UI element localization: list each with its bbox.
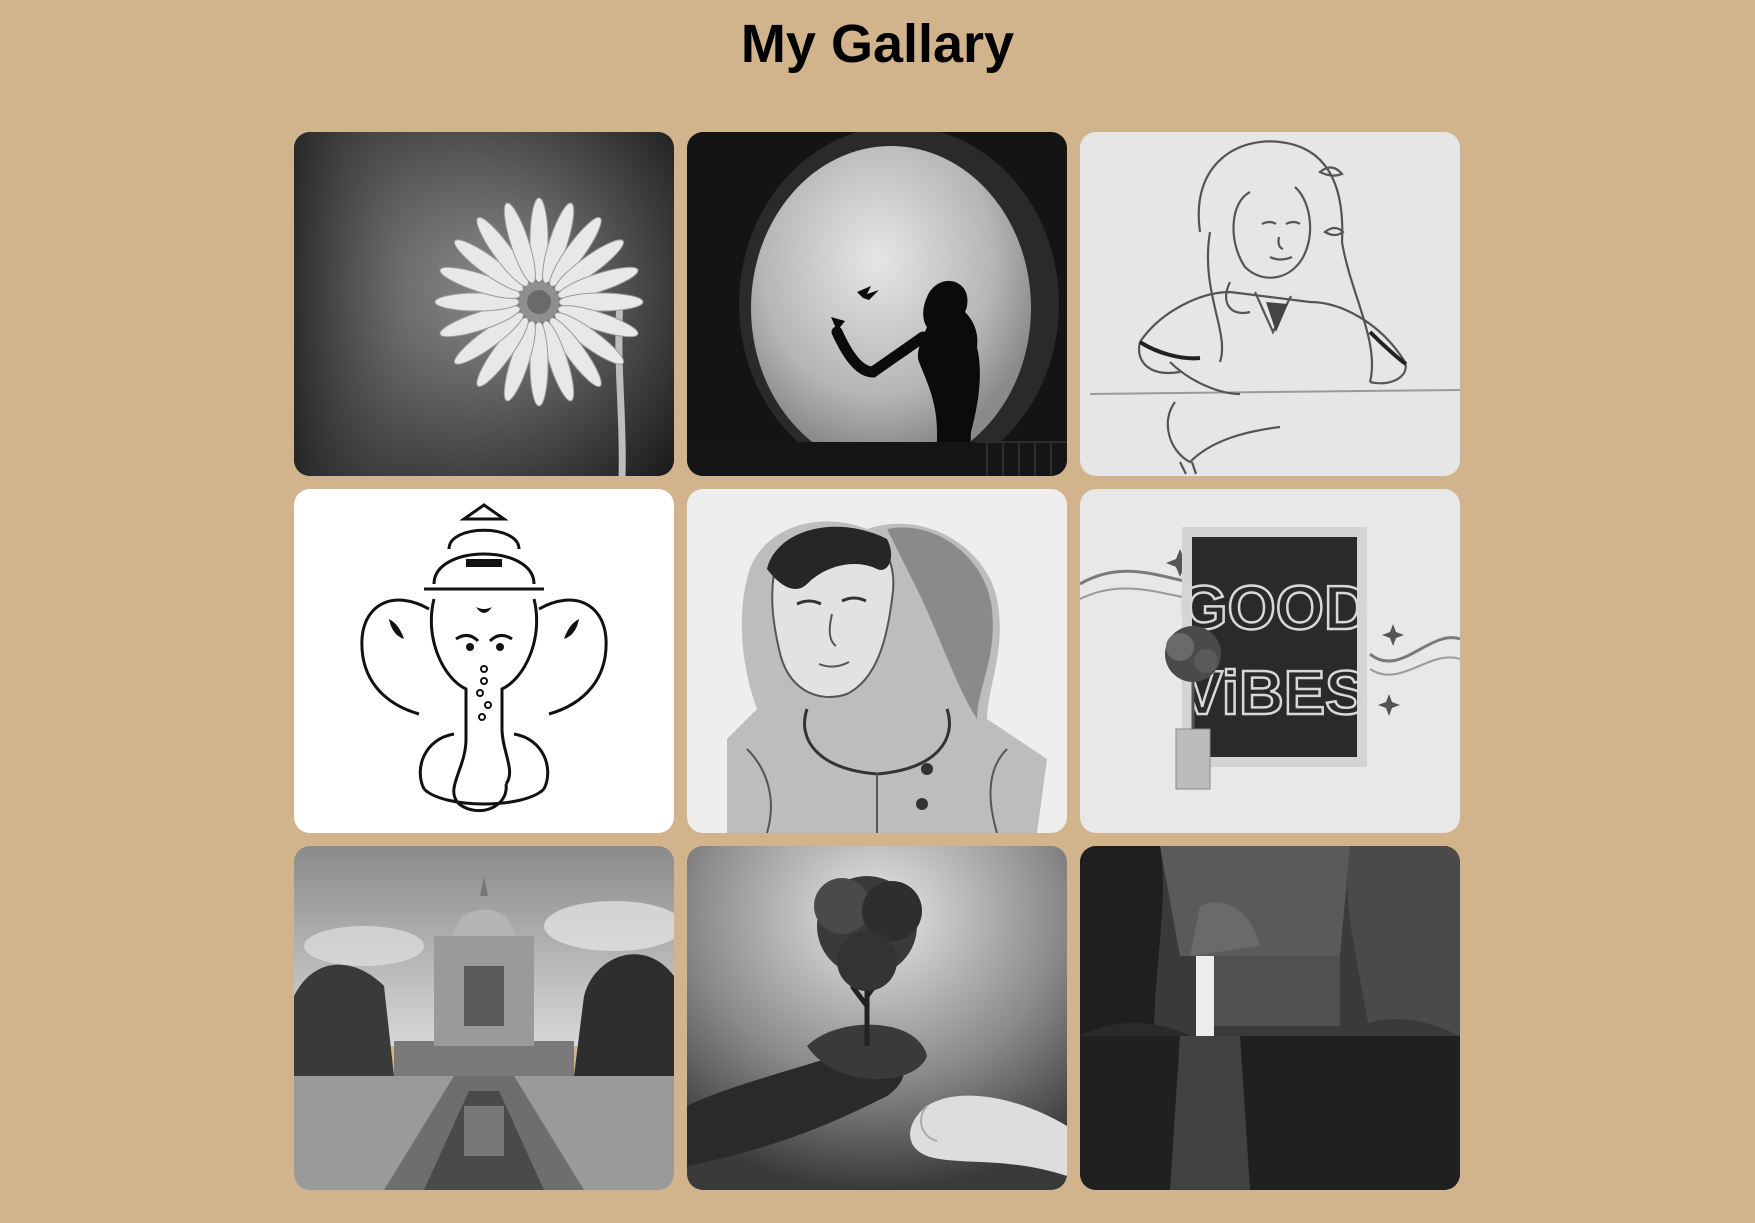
waterfall-gorge-icon xyxy=(1080,846,1460,1190)
good-vibes-board-icon: GOOD ViBES xyxy=(1080,489,1460,833)
daisy-flower-icon xyxy=(294,132,674,476)
gallery-image[interactable] xyxy=(1080,846,1460,1190)
gallery-image[interactable] xyxy=(1080,132,1460,476)
girl-sketch-icon xyxy=(1080,132,1460,476)
moon-silhouette-icon xyxy=(687,132,1067,476)
gallery-image[interactable] xyxy=(687,489,1067,833)
tree-on-hand-icon xyxy=(687,846,1067,1190)
monument-reflection-icon xyxy=(294,846,674,1190)
gallery-image[interactable] xyxy=(294,132,674,476)
page-title: My Gallary xyxy=(740,14,1015,74)
gallery-image[interactable]: GOOD ViBES xyxy=(1080,489,1460,833)
gallery-grid: GOOD ViBES xyxy=(294,132,1461,1190)
gallery-image[interactable] xyxy=(687,132,1067,476)
gallery-image[interactable] xyxy=(687,846,1067,1190)
hooded-boy-sketch-icon xyxy=(687,489,1067,833)
gallery-image[interactable] xyxy=(294,489,674,833)
gallery-image[interactable] xyxy=(294,846,674,1190)
ganesha-drawing-icon xyxy=(294,489,674,833)
